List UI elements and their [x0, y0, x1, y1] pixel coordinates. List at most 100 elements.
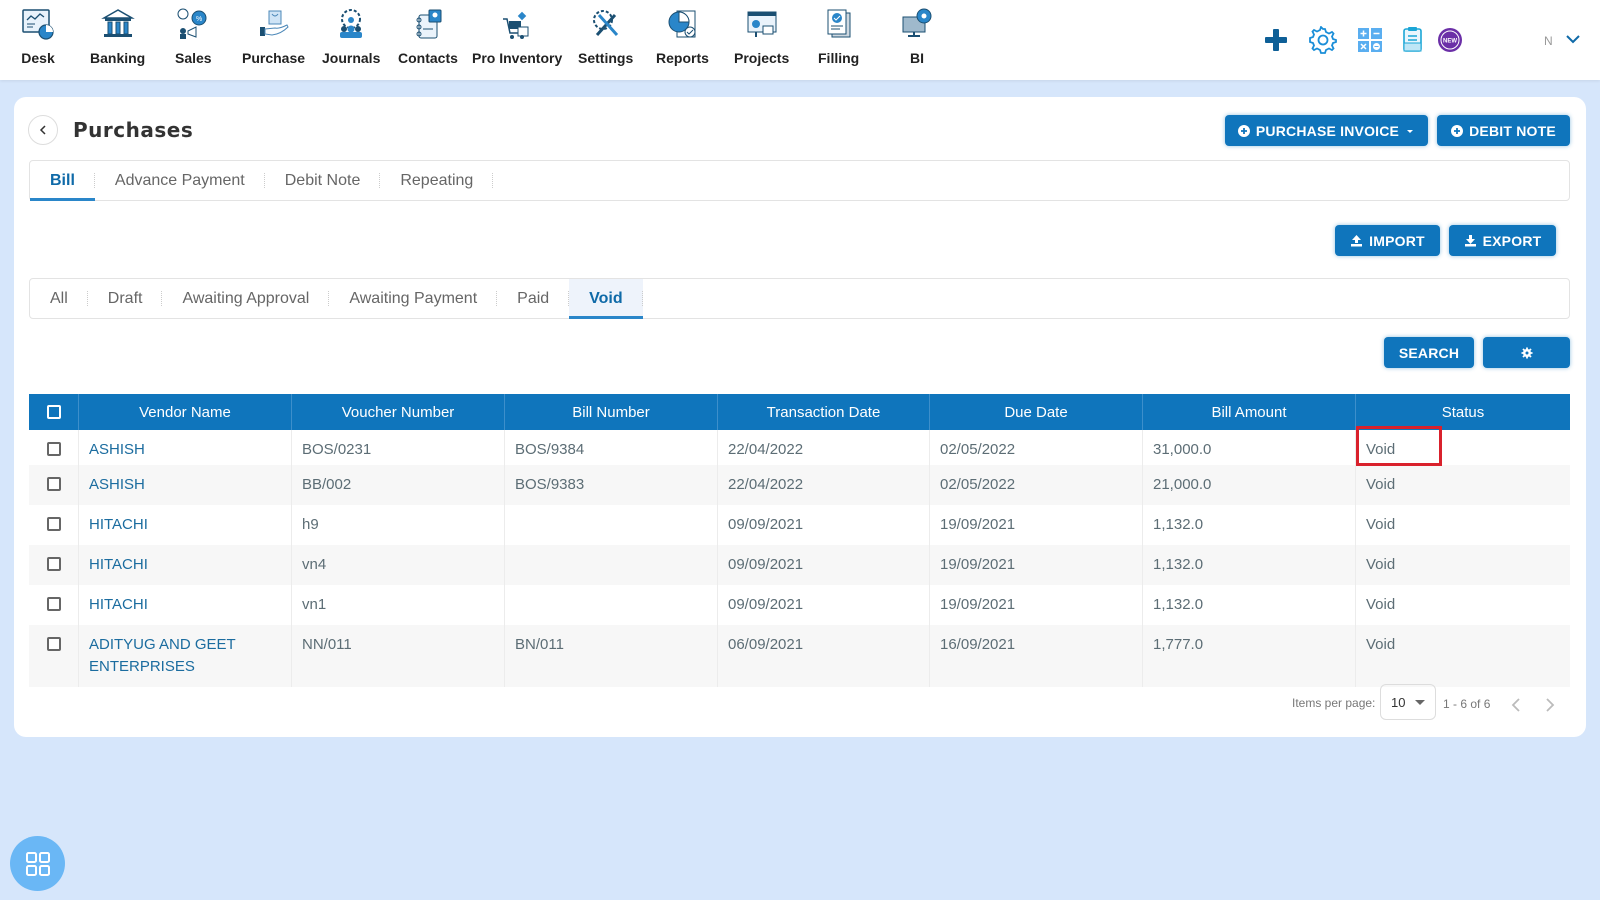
cell-voucher: h9 [292, 505, 505, 545]
cell-amount: 21,000.0 [1143, 465, 1356, 505]
calculator-button[interactable] [1352, 22, 1388, 58]
export-button[interactable]: EXPORT [1449, 225, 1556, 256]
svg-text:NEW: NEW [1443, 39, 1457, 45]
nav-label: Sales [175, 50, 212, 66]
table-row[interactable]: HITACHI h9 09/09/2021 19/09/2021 1,132.0 Void [29, 505, 1570, 545]
cell-due-date: 19/09/2021 [930, 545, 1143, 585]
cell-bill: BN/011 [505, 625, 718, 687]
column-header[interactable]: Transaction Date [718, 394, 930, 430]
plus-circle-icon [1451, 124, 1464, 137]
nav-item-filling[interactable]: Filling [818, 6, 859, 66]
nav-label: Filling [818, 50, 860, 66]
row-select-cell [29, 625, 79, 687]
grid-icon [25, 851, 50, 876]
vendor-name-link[interactable]: ASHISH [79, 465, 292, 505]
previous-page-icon[interactable] [1508, 696, 1526, 714]
row-checkbox[interactable] [46, 597, 61, 611]
sales-icon: % [175, 6, 211, 42]
row-checkbox[interactable] [46, 637, 61, 651]
cell-bill [505, 505, 718, 545]
tab-all[interactable]: All [30, 279, 88, 318]
nav-item-desk[interactable]: Desk [20, 6, 56, 66]
back-button[interactable] [28, 115, 58, 145]
column-settings-button[interactable] [1483, 337, 1570, 368]
table-row[interactable]: ASHISH BOS/0231 BOS/9384 22/04/2022 02/05/20… [29, 430, 1570, 465]
tab-bill[interactable]: Bill [30, 161, 95, 201]
cell-status: Void [1366, 596, 1396, 613]
tab-awaiting-payment[interactable]: Awaiting Payment [329, 279, 497, 318]
reports-icon [664, 6, 700, 42]
svg-text:%: % [196, 16, 202, 23]
table-row[interactable]: ADITYUG AND GEET ENTERPRISES NN/011 BN/011… [29, 625, 1570, 687]
column-header[interactable]: Due Date [930, 394, 1143, 430]
vendor-name-link[interactable]: HITACHI [79, 545, 292, 585]
tab-repeating[interactable]: Repeating [380, 161, 494, 200]
notes-button[interactable] [1395, 22, 1431, 58]
column-header[interactable]: Voucher Number [292, 394, 505, 430]
nav-item-sales[interactable]: % Sales [175, 6, 212, 66]
table-row[interactable]: HITACHI vn1 09/09/2021 19/09/2021 1,132.0 Voi… [29, 585, 1570, 625]
settings-button[interactable] [1305, 22, 1341, 58]
nav-label: Settings [578, 50, 634, 66]
import-button[interactable]: IMPORT [1335, 225, 1440, 256]
bills-table: Vendor Name Voucher Number Bill Number T… [29, 394, 1570, 687]
nav-label: Reports [656, 50, 709, 66]
plus-circle-icon [1237, 124, 1250, 137]
vendor-name-link[interactable]: ADITYUG AND GEET ENTERPRISES [79, 625, 292, 687]
tab-awaiting-approval[interactable]: Awaiting Approval [162, 279, 330, 318]
add-new-button[interactable] [1258, 22, 1294, 58]
cell-amount: 1,132.0 [1143, 545, 1356, 585]
items-per-page-value: 10 [1391, 694, 1406, 710]
journals-icon [333, 6, 369, 42]
nav-item-purchase[interactable]: Purchase [242, 6, 305, 66]
nav-item-journals[interactable]: Journals [322, 6, 380, 66]
vendor-name-link[interactable]: ASHISH [79, 430, 292, 465]
nav-item-projects[interactable]: Projects [734, 6, 789, 66]
tab-label: Paid [517, 289, 550, 307]
nav-item-pro-inventory[interactable]: Pro Inventory [472, 6, 562, 66]
table-row[interactable]: ASHISH BB/002 BOS/9383 22/04/2022 02/05/2022… [29, 465, 1570, 505]
column-header[interactable]: Vendor Name [79, 394, 292, 430]
cell-voucher: vn1 [292, 585, 505, 625]
nav-item-reports[interactable]: Reports [656, 6, 709, 66]
nav-label: Journals [322, 50, 381, 66]
table-row[interactable]: HITACHI vn4 09/09/2021 19/09/2021 1,132.0 Voi… [29, 545, 1570, 585]
tab-draft[interactable]: Draft [88, 279, 163, 318]
tab-paid[interactable]: Paid [497, 279, 570, 318]
nav-item-contacts[interactable]: Contacts [398, 6, 458, 66]
apps-menu-button[interactable] [10, 836, 65, 891]
debit-note-button[interactable]: DEBIT NOTE [1437, 115, 1570, 146]
tab-void[interactable]: Void [569, 279, 644, 319]
nav-item-banking[interactable]: Banking [90, 6, 145, 66]
tab-advance-payment[interactable]: Advance Payment [95, 161, 265, 200]
nav-label: Purchase [242, 50, 306, 66]
select-all-checkbox[interactable] [46, 405, 61, 419]
nav-item-bi[interactable]: BI [899, 6, 935, 66]
cell-bill [505, 585, 718, 625]
tab-label: Awaiting Approval [182, 289, 310, 307]
whats-new-button[interactable]: NEW [1432, 22, 1468, 58]
items-per-page-select[interactable]: 10 [1380, 684, 1436, 720]
column-header[interactable]: Bill Amount [1143, 394, 1356, 430]
row-checkbox[interactable] [46, 477, 61, 491]
row-checkbox[interactable] [46, 442, 61, 456]
vendor-name-link[interactable]: HITACHI [79, 585, 292, 625]
tab-debit-note[interactable]: Debit Note [265, 161, 381, 200]
row-checkbox[interactable] [46, 557, 61, 571]
column-header[interactable]: Bill Number [505, 394, 718, 430]
cell-status: Void [1366, 636, 1396, 653]
user-menu-chevron-icon[interactable] [1564, 30, 1582, 48]
nav-item-settings[interactable]: Settings [578, 6, 633, 66]
vendor-name-link[interactable]: HITACHI [79, 505, 292, 545]
calculator-icon [1358, 28, 1382, 52]
cell-status: Void [1366, 516, 1396, 533]
purchase-invoice-button[interactable]: PURCHASE INVOICE [1225, 115, 1428, 146]
search-button[interactable]: SEARCH [1384, 337, 1474, 368]
next-page-icon[interactable] [1540, 696, 1558, 714]
tab-label: Debit Note [284, 171, 361, 189]
row-checkbox[interactable] [46, 517, 61, 531]
nav-label: Contacts [398, 50, 458, 66]
nav-label: Desk [21, 50, 55, 66]
column-header[interactable]: Status [1356, 394, 1570, 430]
cell-voucher: NN/011 [292, 625, 505, 687]
